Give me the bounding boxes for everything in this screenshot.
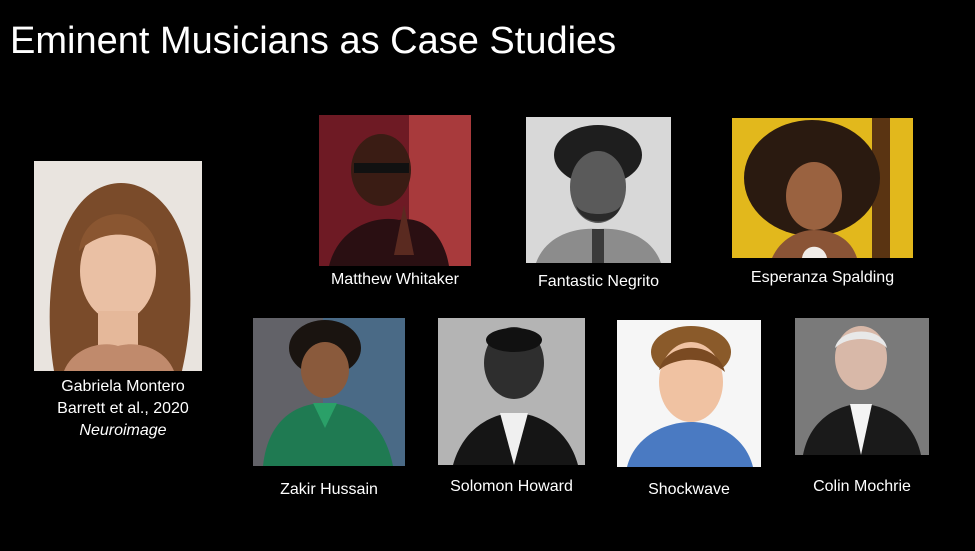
- photo-gabriela-montero: [34, 161, 202, 371]
- featured-citation: Barrett et al., 2020: [57, 400, 189, 417]
- photo-fantastic-negrito: [526, 117, 671, 263]
- photo-solomon-howard: [438, 318, 585, 465]
- caption-matthew-whitaker: Matthew Whitaker: [330, 271, 460, 288]
- photo-zakir-hussain: [253, 318, 405, 466]
- photo-esperanza-spalding: [732, 118, 913, 258]
- caption-fantastic-negrito: Fantastic Negrito: [538, 273, 659, 290]
- caption-esperanza-spalding: Esperanza Spalding: [750, 269, 895, 286]
- caption-zakir-hussain: Zakir Hussain: [280, 481, 378, 498]
- featured-journal: Neuroimage: [79, 422, 167, 439]
- photo-shockwave: [617, 320, 761, 467]
- featured-caption: Gabriela Montero Barrett et al., 2020 Ne…: [34, 376, 212, 442]
- slide-title: Eminent Musicians as Case Studies: [10, 20, 617, 62]
- caption-shockwave: Shockwave: [648, 481, 730, 498]
- photo-colin-mochrie: [795, 318, 929, 455]
- featured-name: Gabriela Montero: [61, 378, 185, 395]
- caption-colin-mochrie: Colin Mochrie: [813, 478, 911, 495]
- photo-matthew-whitaker: [319, 115, 471, 266]
- caption-solomon-howard: Solomon Howard: [450, 478, 573, 495]
